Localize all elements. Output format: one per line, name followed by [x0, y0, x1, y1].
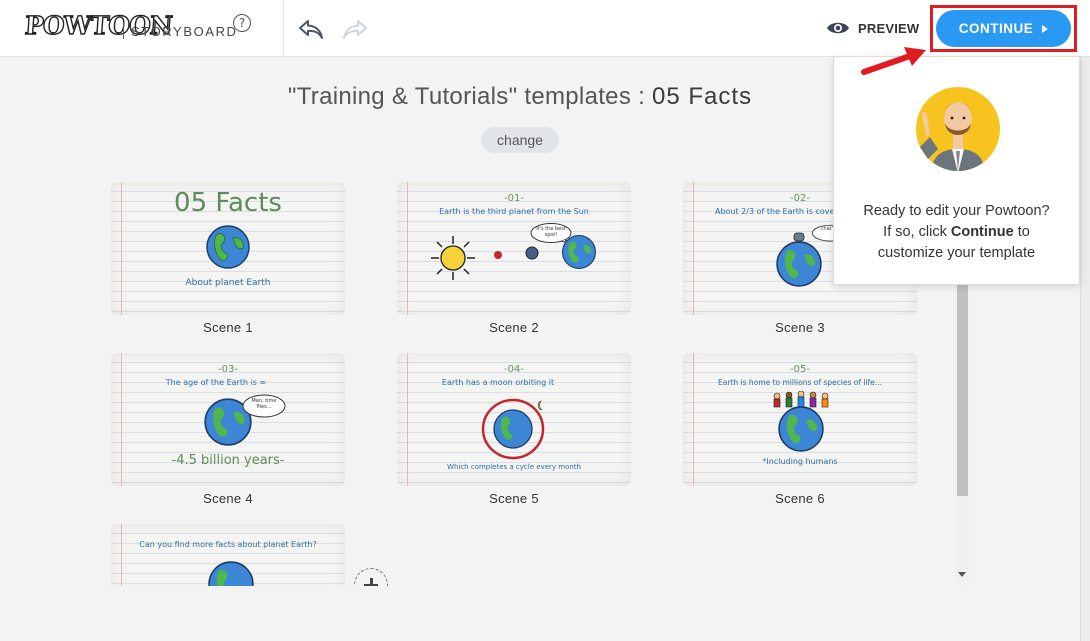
venus-planet-icon: [525, 246, 539, 260]
earth-globe-icon: [778, 406, 824, 452]
scene-label: Scene 2: [489, 320, 539, 335]
change-template-button[interactable]: change: [481, 127, 559, 153]
logo-separator: [123, 22, 124, 39]
template-name: 05 Facts: [652, 83, 753, 110]
storyboard-label: STORYBOARD: [131, 24, 238, 39]
scene-thumbnail[interactable]: 05 Facts About planet Earth: [111, 182, 345, 315]
scene-card-5[interactable]: -04- Earth has a moon orbiting it Which …: [397, 353, 631, 506]
scene-thumbnail[interactable]: -04- Earth has a moon orbiting it Which …: [397, 353, 631, 486]
sun-icon: [431, 236, 475, 280]
scene-label: Scene 5: [489, 491, 539, 506]
continue-label: CONTINUE: [958, 21, 1034, 36]
scene-title-text: 05 Facts: [174, 188, 282, 218]
undo-icon[interactable]: [297, 17, 325, 41]
scene-top-text: Earth is the third planet from the Sun: [439, 207, 589, 216]
scroll-down-arrow-icon[interactable]: [958, 572, 966, 577]
scene-bottom-text: -4.5 billion years-: [171, 453, 285, 468]
bottom-band: [0, 586, 970, 641]
scrollbar-thumb[interactable]: [957, 282, 968, 496]
page-title-prefix: "Training & Tutorials" templates :: [287, 83, 653, 110]
scene-top-text: Can you find more facts about planet Ear…: [139, 540, 317, 549]
speech-bubble-text: Man, time flies...: [251, 398, 277, 410]
scene-number-text: -04-: [504, 364, 524, 375]
scene-thumbnail[interactable]: -05- Earth is home to millions of specie…: [683, 353, 917, 486]
popover-line-2: If so, click Continue to: [883, 224, 1030, 240]
side-panel-edge: [1080, 57, 1090, 641]
scene-bottom-text: Which completes a cycle every month: [447, 463, 581, 471]
play-triangle-icon: [1042, 24, 1049, 33]
popover-line-1: Ready to edit your Powtoon?: [863, 203, 1050, 219]
scene-bottom-text: *Including humans: [762, 457, 838, 466]
scene-number-text: -01-: [504, 193, 524, 204]
scene-thumbnail[interactable]: -03- The age of the Earth is ≈ Man, time…: [111, 353, 345, 486]
preview-button[interactable]: PREVIEW: [826, 17, 919, 39]
scene-top-text: Earth is home to millions of species of …: [718, 378, 882, 387]
popover-continue-keyword: Continue: [950, 224, 1014, 240]
scene-card-1[interactable]: 05 Facts About planet Earth Scene 1: [111, 182, 345, 335]
earth-globe-icon: [206, 225, 250, 269]
mercury-planet-icon: [494, 251, 502, 259]
scene-label: Scene 4: [203, 491, 253, 506]
continue-tooltip-popover: Ready to edit your Powtoon? If so, click…: [833, 56, 1080, 285]
scene-card-4[interactable]: -03- The age of the Earth is ≈ Man, time…: [111, 353, 345, 506]
scene-card-2[interactable]: -01- Earth is the third planet from the …: [397, 182, 631, 335]
eye-icon: [827, 22, 849, 34]
scene-top-text: The age of the Earth is ≈: [165, 378, 267, 387]
scene-bottom-text: About planet Earth: [185, 278, 271, 288]
preview-label: PREVIEW: [858, 20, 920, 36]
popover-message: Ready to edit your Powtoon? If so, click…: [834, 201, 1079, 264]
scene-top-text: Earth has a moon orbiting it: [441, 378, 555, 387]
earth-globe-icon: [561, 234, 597, 270]
scene-thumbnail[interactable]: -01- Earth is the third planet from the …: [397, 182, 631, 315]
popover-line-3: customize your template: [877, 245, 1036, 261]
continue-button[interactable]: CONTINUE: [936, 10, 1071, 47]
scene-label: Scene 6: [775, 491, 825, 506]
scene-number-text: -03-: [218, 364, 238, 375]
scene-label: Scene 1: [203, 320, 253, 335]
moon-orbit-icon: [481, 398, 545, 460]
presenter-avatar: [916, 87, 1000, 171]
red-pointer-arrow-icon: [861, 47, 926, 75]
scene-number-text: -05-: [790, 364, 810, 375]
redo-icon[interactable]: [341, 17, 369, 41]
earth-globe-icon: [776, 241, 822, 287]
help-icon[interactable]: ?: [233, 14, 251, 32]
scene-label: Scene 3: [775, 320, 825, 335]
scene-card-6[interactable]: -05- Earth is home to millions of specie…: [683, 353, 917, 506]
toolbar-divider: [283, 0, 284, 57]
